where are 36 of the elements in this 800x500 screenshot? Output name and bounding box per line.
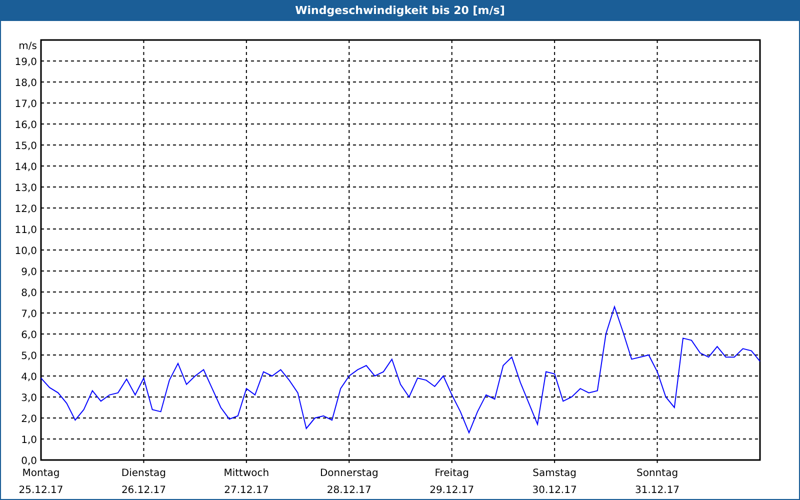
y-tick-label: 0,0 <box>21 456 37 467</box>
x-day-label: Sonntag <box>636 468 678 479</box>
x-date-label: 25.12.17 <box>18 485 64 496</box>
x-date-label: 28.12.17 <box>326 485 372 496</box>
y-tick-label: 4,0 <box>21 372 37 383</box>
y-tick-label: 1,0 <box>21 435 37 446</box>
y-tick-label: 14,0 <box>14 162 37 173</box>
x-date-label: 27.12.17 <box>224 485 269 496</box>
y-tick-label: 19,0 <box>14 57 37 68</box>
x-date-label: 29.12.17 <box>430 485 474 496</box>
y-tick-label: 3,0 <box>21 393 37 404</box>
y-tick-label: 17,0 <box>14 99 37 110</box>
x-day-label: Mittwoch <box>224 468 270 479</box>
x-date-label: 31.12.17 <box>635 485 680 496</box>
x-day-label: Samstag <box>532 468 576 479</box>
x-date-label: 30.12.17 <box>532 485 577 496</box>
x-day-label: Donnerstag <box>320 468 378 479</box>
y-tick-label: 2,0 <box>21 414 37 425</box>
y-tick-label: 8,0 <box>21 288 37 299</box>
y-tick-label: 6,0 <box>21 330 37 341</box>
x-day-label: Montag <box>22 468 60 479</box>
x-day-label: Freitag <box>434 468 469 479</box>
y-tick-label: 12,0 <box>14 204 37 215</box>
y-tick-label: 13,0 <box>14 183 37 194</box>
y-tick-label: 9,0 <box>21 267 37 278</box>
y-tick-label: 11,0 <box>14 225 37 236</box>
y-tick-label: 10,0 <box>14 246 37 257</box>
x-date-label: 26.12.17 <box>121 485 166 496</box>
y-tick-label: 16,0 <box>14 120 37 131</box>
y-tick-label: 18,0 <box>14 78 37 89</box>
chart-title: Windgeschwindigkeit bis 20 [m/s] <box>295 4 505 17</box>
y-tick-label: 7,0 <box>21 309 37 320</box>
y-tick-label: 5,0 <box>21 351 37 362</box>
y-tick-label: 15,0 <box>14 141 37 152</box>
y-axis-unit: m/s <box>18 41 37 52</box>
x-day-label: Dienstag <box>121 468 166 479</box>
